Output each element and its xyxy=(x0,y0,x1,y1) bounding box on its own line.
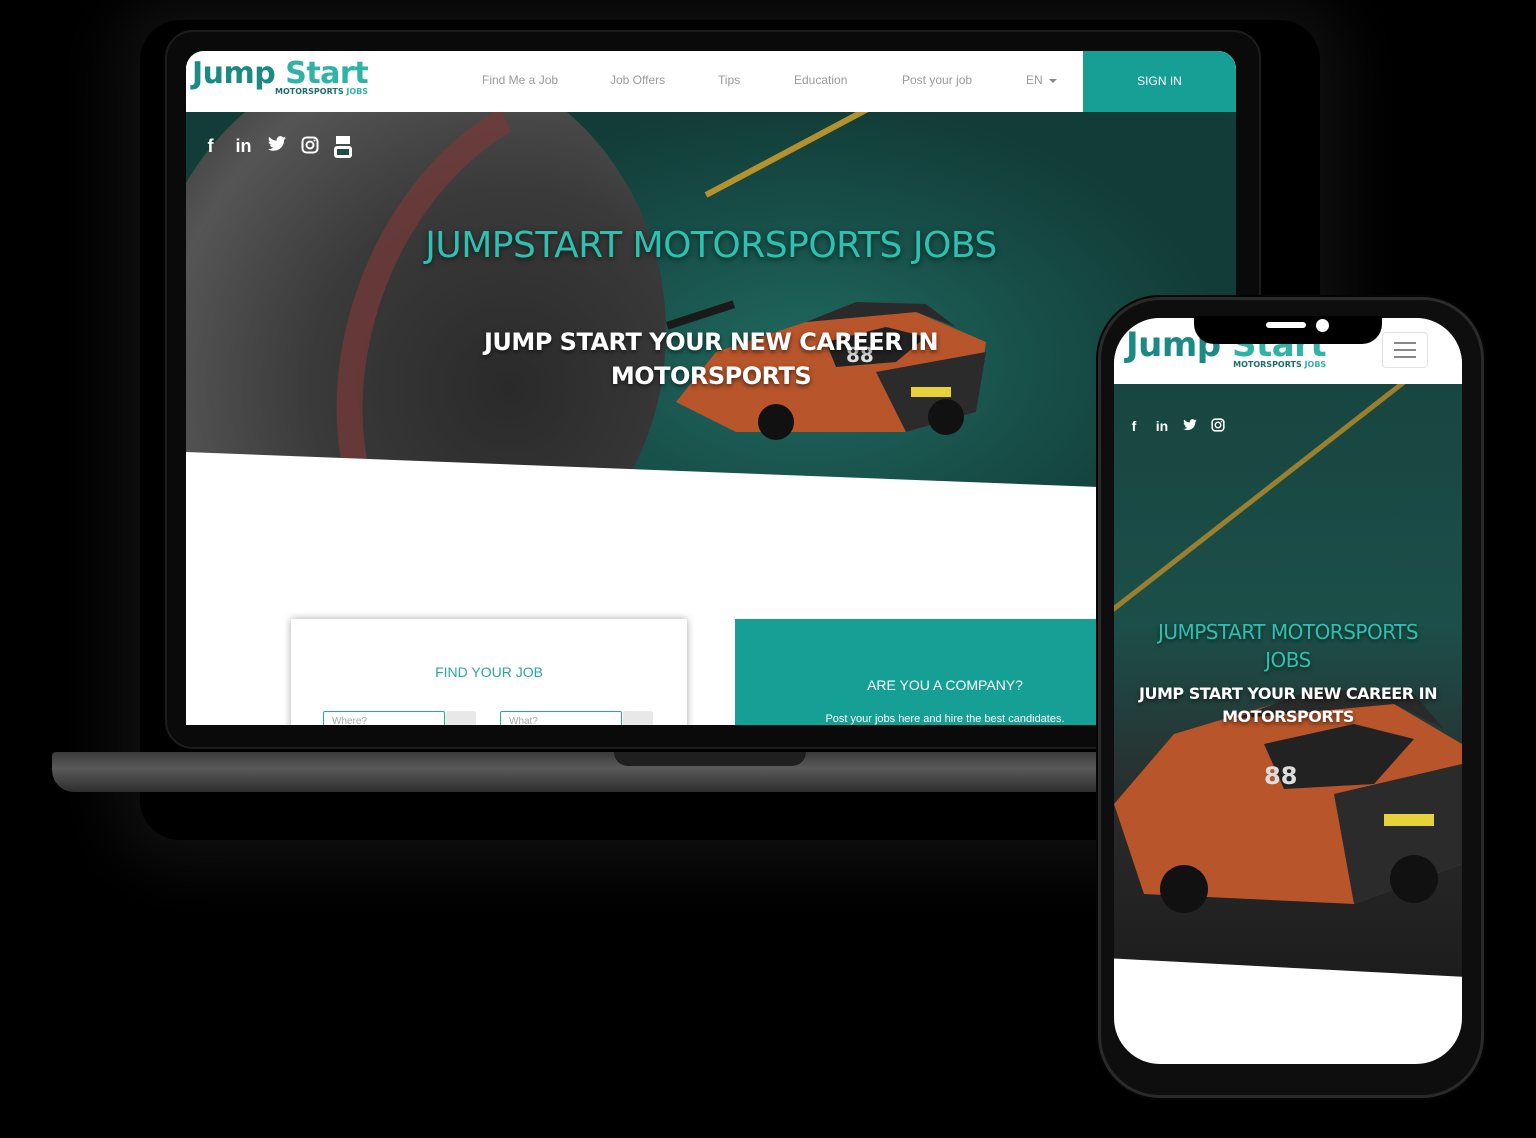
company-card-title: ARE YOU A COMPANY? xyxy=(867,677,1023,693)
phone-hero-banner: 88 f in JUMPSTART MOTORSPORTS JOBS JUMP … xyxy=(1114,384,1462,984)
youtube-icon[interactable] xyxy=(332,136,353,163)
language-dropdown[interactable]: EN xyxy=(1026,73,1057,87)
twitter-icon[interactable] xyxy=(266,136,287,163)
hero-subtitle: JUMP START YOUR NEW CAREER IN MOTORSPORT… xyxy=(483,328,939,390)
hamburger-menu-button[interactable] xyxy=(1382,332,1428,368)
phone-camera xyxy=(1316,319,1329,332)
nav-tips[interactable]: Tips xyxy=(718,73,740,87)
social-links: f in xyxy=(200,136,353,163)
logo-word-start: Start xyxy=(285,56,369,91)
phone-logo-sub-jobs: JOBS xyxy=(1304,360,1327,369)
where-search-button[interactable] xyxy=(446,711,476,725)
hamburger-line xyxy=(1394,349,1416,351)
company-card[interactable]: ARE YOU A COMPANY? Post your jobs here a… xyxy=(735,619,1155,725)
phone-notch xyxy=(1194,316,1382,344)
nav-find-me-a-job[interactable]: Find Me a Job xyxy=(482,73,558,87)
phone-logo-sub-motorsports: MOTORSPORTS xyxy=(1233,360,1302,369)
logo-word-jump: Jump xyxy=(192,56,276,91)
logo-sub-motorsports: MOTORSPORTS xyxy=(274,87,344,96)
phone-speaker xyxy=(1266,322,1306,328)
facebook-icon[interactable]: f xyxy=(200,136,221,163)
linkedin-icon[interactable]: in xyxy=(1154,418,1170,435)
nav-education[interactable]: Education xyxy=(794,73,847,87)
twitter-icon[interactable] xyxy=(1182,418,1198,435)
laptop-screen: Jump Start MOTORSPORTS JOBS Find Me a Jo… xyxy=(186,51,1236,725)
sign-in-button[interactable]: SIGN IN xyxy=(1083,51,1236,112)
what-search-button[interactable] xyxy=(623,711,653,725)
find-job-card: FIND YOUR JOB Where? What? xyxy=(291,619,687,725)
hamburger-line xyxy=(1394,342,1416,344)
linkedin-icon[interactable]: in xyxy=(233,136,254,163)
language-label: EN xyxy=(1026,73,1043,87)
phone-social-links: f in xyxy=(1126,418,1226,435)
logo-sub-jobs: JOBS xyxy=(346,87,369,96)
instagram-icon[interactable] xyxy=(1210,418,1226,435)
caret-down-icon xyxy=(1048,78,1057,83)
phone-screen: Jump Start MOTORSPORTS JOBS 88 f in JUMP… xyxy=(1114,318,1462,1064)
svg-text:88: 88 xyxy=(1264,762,1297,790)
top-navbar: Jump Start MOTORSPORTS JOBS Find Me a Jo… xyxy=(186,51,1236,112)
nav-job-offers[interactable]: Job Offers xyxy=(610,73,665,87)
instagram-icon[interactable] xyxy=(299,136,320,163)
where-input[interactable]: Where? xyxy=(323,711,445,725)
phone-hero-subtitle: JUMP START YOUR NEW CAREER IN MOTORSPORT… xyxy=(1139,684,1437,726)
facebook-icon[interactable]: f xyxy=(1126,418,1142,435)
hero-banner: 88 f in JUMPSTART MOTORSPORTS JOBS JUMP … xyxy=(186,112,1236,492)
hero-title: JUMPSTART MOTORSPORTS JOBS xyxy=(425,225,997,266)
brand-logo[interactable]: Jump Start MOTORSPORTS JOBS xyxy=(192,56,369,97)
hamburger-line xyxy=(1394,356,1416,358)
laptop-hinge-notch xyxy=(614,752,806,766)
company-card-description: Post your jobs here and hire the best ca… xyxy=(825,713,1065,725)
phone-hero-title: JUMPSTART MOTORSPORTS JOBS xyxy=(1157,620,1419,672)
what-input[interactable]: What? xyxy=(500,711,622,725)
find-job-title: FIND YOUR JOB xyxy=(435,664,543,680)
nav-post-your-job[interactable]: Post your job xyxy=(902,73,972,87)
